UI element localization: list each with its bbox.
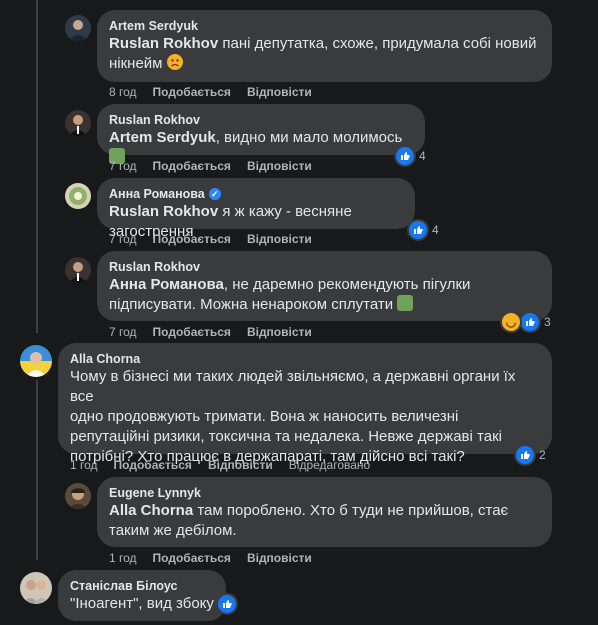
- comment-author[interactable]: Eugene Lynnyk: [109, 485, 540, 501]
- comment-bubble: Alla Chorna Чому в бізнесі ми таких люде…: [58, 343, 552, 465]
- comment-text: Анна Романова, не даремно рекомендують п…: [109, 276, 471, 313]
- reply-button[interactable]: Відповісти: [247, 84, 312, 100]
- reaction-summary[interactable]: 4: [407, 219, 439, 241]
- reply-button[interactable]: Відповісти: [247, 158, 312, 174]
- reaction-summary[interactable]: 4: [394, 145, 426, 167]
- comment-actions: 7 год Подобається Відповісти: [109, 158, 312, 174]
- mention-link[interactable]: Alla Chorna: [109, 502, 193, 519]
- reaction-count: 2: [539, 448, 546, 462]
- like-button[interactable]: Подобається: [153, 324, 231, 340]
- sad-face-icon: [166, 54, 183, 70]
- verified-badge-icon: ✓: [208, 188, 221, 200]
- reaction-summary[interactable]: ◡ 3: [500, 311, 551, 333]
- comment-time[interactable]: 7 год: [109, 158, 137, 174]
- like-button[interactable]: Подобається: [153, 231, 231, 247]
- comment-author[interactable]: Artem Serdyuk: [109, 18, 540, 34]
- comment-time[interactable]: 7 год: [109, 324, 137, 340]
- reply-button[interactable]: Відповісти: [247, 550, 312, 566]
- comment-bubble: Анна Романова ✓ Ruslan Rokhov я ж кажу - …: [97, 178, 415, 240]
- avatar[interactable]: [65, 110, 91, 136]
- comment-author[interactable]: Станіслав Білоус: [70, 578, 214, 594]
- like-button[interactable]: Подобається: [153, 84, 231, 100]
- comment-text: Ruslan Rokhov пані депутатка, схоже, при…: [109, 35, 537, 72]
- reaction-summary[interactable]: 2: [514, 444, 546, 466]
- comment-text: "Іноагент", вид збоку: [70, 595, 214, 612]
- comment-bubble: Станіслав Білоус "Іноагент", вид збоку: [58, 570, 226, 621]
- like-reaction-icon: [394, 145, 416, 167]
- reply-button[interactable]: Відповісти: [247, 324, 312, 340]
- like-reaction-icon: [519, 311, 541, 333]
- reaction-summary[interactable]: [216, 593, 238, 615]
- comment-time[interactable]: 1 год: [70, 457, 98, 473]
- comment-actions: 1 год Подобається Відповісти Відредагова…: [70, 457, 370, 473]
- mention-link[interactable]: Анна Романова: [109, 276, 224, 293]
- reply-button[interactable]: Відповісти: [247, 231, 312, 247]
- mention-link[interactable]: Ruslan Rokhov: [109, 203, 218, 220]
- comment-bubble: Artem Serdyuk Ruslan Rokhov пані депутат…: [97, 10, 552, 82]
- comment-author[interactable]: Alla Chorna: [70, 351, 540, 367]
- comment-time[interactable]: 7 год: [109, 231, 137, 247]
- like-reaction-icon: [216, 593, 238, 615]
- comment-actions: 7 год Подобається Відповісти: [109, 231, 312, 247]
- avatar[interactable]: [20, 345, 52, 377]
- comment-actions: 7 год Подобається Відповісти: [109, 324, 312, 340]
- comment-text: Чому в бізнесі ми таких людей звільняємо…: [70, 368, 516, 465]
- comment-author[interactable]: Ruslan Rokhov: [109, 112, 413, 128]
- comment-author[interactable]: Ruslan Rokhov: [109, 259, 540, 275]
- avatar[interactable]: [20, 572, 52, 604]
- like-reaction-icon: [407, 219, 429, 241]
- avatar[interactable]: [65, 483, 91, 509]
- reply-button[interactable]: Відповісти: [208, 457, 273, 473]
- mention-link[interactable]: Ruslan Rokhov: [109, 35, 218, 52]
- like-button[interactable]: Подобається: [114, 457, 192, 473]
- praying-icon: [397, 295, 414, 311]
- comment-time[interactable]: 1 год: [109, 550, 137, 566]
- thread-line: [36, 0, 38, 333]
- comment-author: Анна Романова ✓: [109, 186, 403, 202]
- reaction-count: 4: [432, 223, 439, 237]
- like-button[interactable]: Подобається: [153, 550, 231, 566]
- edited-label: Відредаговано: [288, 458, 371, 472]
- avatar[interactable]: [65, 15, 91, 41]
- comment-text: Alla Chorna там пороблено. Хто б туди не…: [109, 502, 509, 539]
- like-reaction-icon: [514, 444, 536, 466]
- avatar[interactable]: [65, 183, 91, 209]
- comment-actions: 1 год Подобається Відповісти: [109, 550, 312, 566]
- comment-bubble: Ruslan Rokhov Анна Романова, не даремно …: [97, 251, 552, 321]
- comment-bubble: Eugene Lynnyk Alla Chorna там пороблено.…: [97, 477, 552, 547]
- reaction-count: 3: [544, 315, 551, 329]
- comment-actions: 8 год Подобається Відповісти: [109, 84, 312, 100]
- haha-reaction-icon: ◡: [500, 311, 522, 333]
- reaction-count: 4: [419, 149, 426, 163]
- thread-line: [36, 380, 38, 560]
- avatar[interactable]: [65, 257, 91, 283]
- like-button[interactable]: Подобається: [153, 158, 231, 174]
- mention-link[interactable]: Artem Serdyuk: [109, 129, 216, 146]
- comment-bubble: Ruslan Rokhov Artem Serdyuk, видно ми ма…: [97, 104, 425, 164]
- comment-time[interactable]: 8 год: [109, 84, 137, 100]
